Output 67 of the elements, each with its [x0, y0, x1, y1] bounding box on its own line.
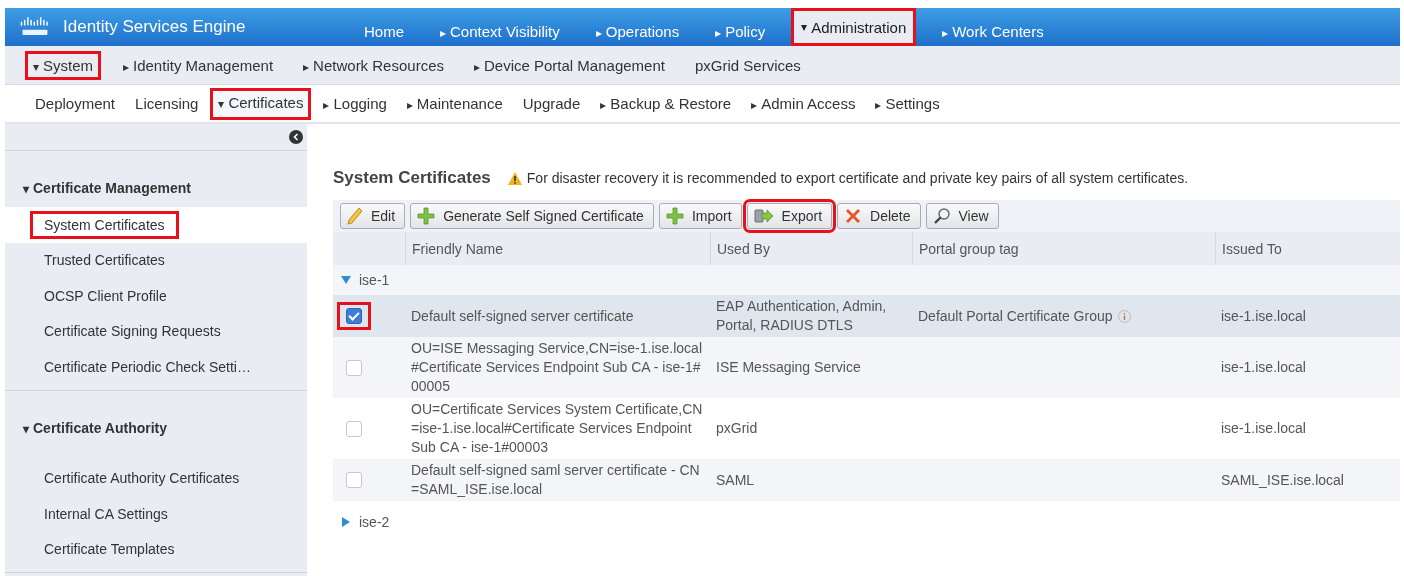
section-tab[interactable]: Deployment [27, 89, 124, 118]
section-tab[interactable]: ▸ Admin Access [743, 89, 864, 118]
collapse-icon[interactable] [289, 130, 303, 144]
export-icon [753, 207, 774, 225]
subnav-tab[interactable]: ▸ Device Portal Management [466, 50, 673, 80]
sidebar-item[interactable]: Certificate Periodic Check Setti… [30, 352, 265, 381]
row-checkbox[interactable] [346, 420, 362, 437]
product-title: Identity Services Engine [63, 17, 247, 37]
pencil-icon [347, 207, 363, 225]
toolbar-button[interactable]: Delete [837, 203, 921, 229]
triangle-icon [341, 275, 351, 285]
plus-icon [665, 207, 684, 225]
section-tab[interactable]: ▸ Backup & Restore [592, 89, 740, 118]
used-by-cell: SAML [716, 470, 755, 490]
section-tab[interactable]: Upgrade [514, 89, 589, 118]
subnav-tab[interactable]: ▸ Identity Management [115, 50, 282, 80]
issued-to-cell: ise-1.ise.local [1221, 419, 1306, 438]
nav-tab[interactable]: ▸ Operations [577, 16, 698, 46]
warning-message: For disaster recovery it is recommended to export certificate and private key pairs of all system certificates. [526, 170, 1189, 186]
issued-to-cell: ise-1.ise.local [1221, 306, 1306, 326]
section-tab[interactable]: Licensing [127, 89, 207, 118]
delete-icon [844, 207, 863, 225]
magnifier-icon [932, 207, 951, 225]
triangle-icon [341, 517, 351, 527]
issued-to-cell: SAML_ISE.ise.local [1221, 470, 1344, 490]
section-tab[interactable]: ▸ Settings [867, 89, 948, 118]
row-checkbox[interactable] [346, 472, 362, 488]
section-header[interactable]: ▾ Certificate Authority [5, 390, 168, 447]
sidebar-item[interactable]: Certificate Signing Requests [30, 317, 235, 346]
nav-tab[interactable]: Home [346, 16, 422, 46]
sidebar-item[interactable]: Certificate Authority Certificates [30, 464, 254, 493]
plus-icon [417, 207, 436, 225]
sidebar-item[interactable]: Trusted Certificates [30, 246, 179, 275]
group-toggle[interactable]: ise-1 [341, 272, 390, 288]
nav-tab[interactable]: ▾ Administration [791, 8, 917, 46]
friendly-name-cell-text: OU=ISE Messaging Service,CN=ise-1.ise.local#Certificate Services Endpoint Sub CA - ise-1#00005 [411, 339, 703, 396]
used-by-cell-text: EAP Authentication, Admin, Portal, RADIUS DTLS [716, 297, 888, 335]
nav-tab[interactable]: ▸ Policy [697, 16, 784, 46]
logo-icon [19, 17, 51, 37]
used-by-cell: pxGrid [716, 419, 758, 438]
section-header[interactable]: ▾ Certificate Management [5, 151, 191, 207]
toolbar-button[interactable]: View [925, 203, 999, 229]
toolbar-button[interactable]: Import [658, 203, 742, 229]
toolbar-button[interactable]: Edit [340, 203, 406, 229]
friendly-name-cell: Default self-signed server certificate [411, 306, 634, 326]
row-checkbox[interactable] [346, 308, 362, 324]
row-checkbox[interactable] [346, 359, 362, 376]
section-tab[interactable]: ▸ Maintenance [398, 89, 511, 118]
portal-group-cell: Default Portal Certificate Group [918, 306, 1113, 326]
nav-tab[interactable]: ▸ Work Centers [924, 16, 1062, 46]
sidebar-item[interactable]: Certificate Templates [30, 535, 189, 564]
subnav-tab[interactable]: ▾ System [25, 50, 101, 80]
sidebar-item[interactable]: Internal CA Settings [30, 499, 182, 528]
warning-icon [506, 170, 523, 186]
page-title: System Certificates [333, 168, 491, 188]
section-tab[interactable]: ▸ Logging [315, 89, 395, 118]
used-by-cell: ISE Messaging Service [716, 358, 861, 377]
friendly-name-cell-text: Default self-signed saml server certificate - CN=SAML_ISE.ise.local [411, 461, 701, 499]
nav-tab[interactable]: ▸ Context Visibility [422, 16, 578, 46]
subnav-tab[interactable]: pxGrid Services [686, 50, 809, 80]
issued-to-cell: ise-1.ise.local [1221, 358, 1306, 377]
group-toggle[interactable]: ise-2 [341, 514, 390, 530]
sidebar-item[interactable]: OCSP Client Profile [30, 281, 181, 310]
friendly-name-cell: OU=Certificate Services System Certificate,CN=ise-1.ise.local#Certificate Services Endpoint Sub CA - ise-1#00003 [411, 400, 704, 457]
subnav-tab[interactable]: ▸ Network Resources [295, 50, 452, 80]
section-tab[interactable]: ▾ Certificates [210, 87, 312, 120]
toolbar-button[interactable]: Generate Self Signed Certificate [410, 203, 654, 229]
